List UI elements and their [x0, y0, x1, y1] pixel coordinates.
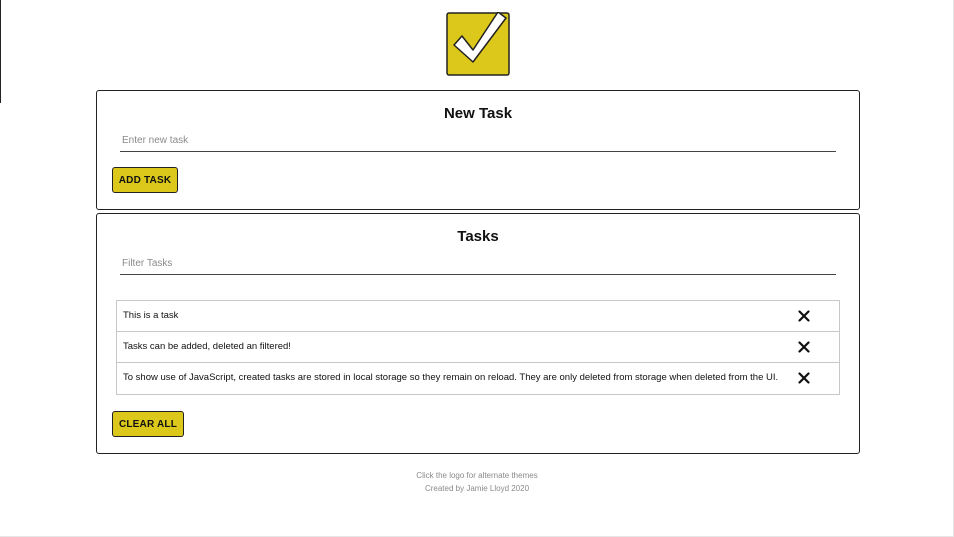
task-text: Tasks can be added, deleted an filtered!	[123, 341, 291, 352]
close-icon[interactable]	[798, 372, 810, 384]
tasks-title: Tasks	[457, 228, 499, 245]
task-list: This is a task Tasks can be added, delet…	[116, 300, 840, 395]
add-task-button[interactable]: ADD TASK	[112, 167, 178, 193]
window-edge	[0, 0, 1, 103]
footer-credit: Created by Jamie Lloyd 2020	[424, 484, 530, 493]
footer-theme-hint: Click the logo for alternate themes	[416, 471, 538, 480]
task-item: Tasks can be added, deleted an filtered!	[117, 332, 839, 363]
task-item: To show use of JavaScript, created tasks…	[117, 363, 839, 394]
close-icon[interactable]	[798, 341, 810, 353]
clear-all-button[interactable]: CLEAR ALL	[112, 411, 184, 437]
new-task-card: New Task ADD TASK	[96, 90, 860, 210]
close-icon[interactable]	[798, 310, 810, 322]
task-text: This is a task	[123, 310, 179, 321]
page: New Task ADD TASK Tasks This is a task T…	[0, 0, 954, 537]
filter-tasks-input[interactable]	[120, 257, 836, 275]
task-item: This is a task	[117, 301, 839, 332]
tasks-card: Tasks This is a task Tasks can be added,…	[96, 213, 860, 454]
new-task-input[interactable]	[120, 134, 836, 152]
checkmark-logo-icon[interactable]	[446, 12, 510, 76]
task-text: To show use of JavaScript, created tasks…	[123, 372, 779, 383]
new-task-title: New Task	[443, 105, 513, 122]
